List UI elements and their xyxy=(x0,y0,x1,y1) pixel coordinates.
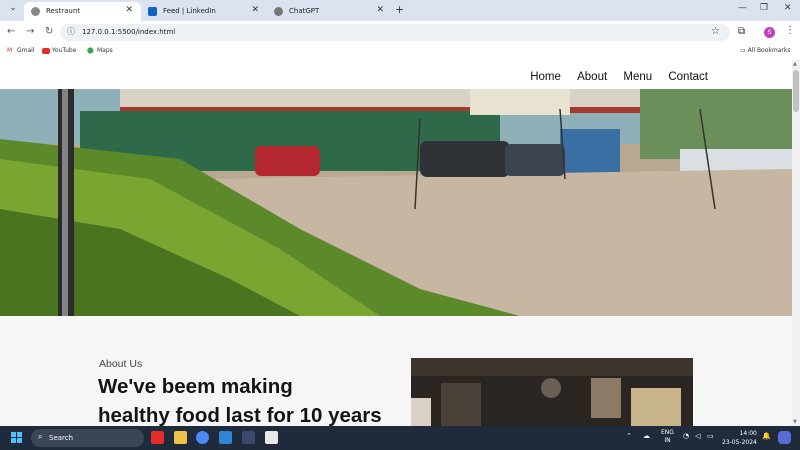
site-nav: Home About Menu Contact xyxy=(517,71,708,83)
lang-text: ENG xyxy=(661,429,674,436)
close-icon[interactable]: ✕ xyxy=(125,5,133,15)
language-indicator[interactable]: ENG IN xyxy=(661,429,674,445)
tab-title: Restraunt xyxy=(46,7,81,15)
region-text: IN xyxy=(664,437,671,444)
bookmark-youtube[interactable]: YouTube xyxy=(42,47,76,54)
notification-bell-icon[interactable]: 🔔 xyxy=(762,432,771,440)
about-section: About Us We've beem making healthy food … xyxy=(0,316,792,426)
page-scrollbar[interactable]: ▲ ▼ xyxy=(792,60,800,426)
about-image xyxy=(411,358,693,426)
scroll-down-icon[interactable]: ▼ xyxy=(793,419,797,425)
tab-title: Feed | LinkedIn xyxy=(163,7,216,15)
time-text: 14:00 xyxy=(739,430,757,437)
about-label: About Us xyxy=(99,358,143,370)
about-title-line2: healthy food last for 10 years xyxy=(98,404,382,426)
bookmark-maps[interactable]: ⬤ Maps xyxy=(87,47,113,54)
clock[interactable]: 14:00 23-05-2024 xyxy=(722,429,757,447)
close-icon[interactable]: ✕ xyxy=(251,5,259,15)
tab-list-button[interactable]: ⌄ xyxy=(6,3,20,17)
nav-menu[interactable]: Menu xyxy=(623,71,652,83)
chrome-icon[interactable] xyxy=(196,431,209,444)
tab-bar: ⌄ Restraunt ✕ Feed | LinkedIn ✕ ChatGPT … xyxy=(0,0,800,21)
taskbar-search[interactable]: ⌕ Search xyxy=(31,429,144,447)
extensions-icon[interactable]: ⧉ xyxy=(738,26,745,37)
tab-title: ChatGPT xyxy=(289,7,320,15)
restore-icon[interactable]: ❐ xyxy=(760,3,768,13)
all-bookmarks-label: All Bookmarks xyxy=(747,47,791,54)
minimize-icon[interactable]: — xyxy=(738,3,747,13)
chevron-up-icon[interactable]: ⌃ xyxy=(626,432,632,440)
calculator-icon[interactable] xyxy=(242,431,255,444)
nav-about[interactable]: About xyxy=(577,71,607,83)
notepad-icon[interactable] xyxy=(265,431,278,444)
copilot-icon[interactable] xyxy=(778,431,791,444)
close-icon[interactable]: ✕ xyxy=(376,5,384,15)
scroll-up-icon[interactable]: ▲ xyxy=(793,61,797,67)
url-field[interactable]: ⓘ 127.0.0.1:5500/index.html xyxy=(60,24,730,41)
nav-home[interactable]: Home xyxy=(530,71,561,83)
address-bar: ← → ↻ ⓘ 127.0.0.1:5500/index.html ☆ ⧉ S … xyxy=(0,21,800,44)
bookmark-label: Gmail xyxy=(17,47,35,54)
volume-icon[interactable]: ◁ xyxy=(695,432,700,440)
profile-avatar[interactable]: S xyxy=(764,27,775,38)
about-title: We've beem making healthy food last for … xyxy=(98,372,398,426)
battery-icon[interactable]: ▭ xyxy=(707,432,714,440)
kitchen-photo xyxy=(411,358,693,426)
about-title-line1: We've beem making xyxy=(98,375,293,398)
taskbar: ⌕ Search ⌃ ☁ ENG IN ◔ ◁ ▭ 14:00 23-05-20… xyxy=(0,426,800,450)
gmail-icon: M xyxy=(7,47,13,54)
tab-linkedin[interactable]: Feed | LinkedIn ✕ xyxy=(141,2,267,21)
scrollbar-thumb[interactable] xyxy=(793,70,799,112)
bookmark-label: YouTube xyxy=(52,47,77,54)
cloud-icon[interactable]: ☁ xyxy=(643,432,650,440)
site-info-icon[interactable]: ⓘ xyxy=(67,26,75,37)
search-icon: ⌕ xyxy=(38,432,43,441)
folder-icon: ▭ xyxy=(740,47,746,54)
globe-icon xyxy=(31,7,40,16)
forward-icon[interactable]: → xyxy=(26,26,34,37)
reload-icon[interactable]: ↻ xyxy=(45,26,53,37)
bookmarks-bar: M Gmail YouTube ⬤ Maps ▭ All Bookmarks xyxy=(0,44,800,60)
back-icon[interactable]: ← xyxy=(7,26,15,37)
maps-icon: ⬤ xyxy=(87,47,94,54)
date-text: 23-05-2024 xyxy=(722,439,757,446)
parking-lot-photo xyxy=(0,89,792,316)
new-tab-button[interactable]: + xyxy=(395,3,404,16)
windows-start-icon[interactable] xyxy=(11,432,23,444)
close-window-icon[interactable]: ✕ xyxy=(784,3,792,13)
hero-image xyxy=(0,89,792,316)
youtube-app-icon[interactable] xyxy=(151,431,164,444)
bookmark-star-icon[interactable]: ☆ xyxy=(711,26,720,37)
chatgpt-icon xyxy=(274,7,283,16)
bookmark-gmail[interactable]: M Gmail xyxy=(7,47,35,54)
vscode-icon[interactable] xyxy=(219,431,232,444)
youtube-icon xyxy=(42,48,50,54)
nav-contact[interactable]: Contact xyxy=(668,71,708,83)
file-explorer-icon[interactable] xyxy=(174,431,187,444)
all-bookmarks[interactable]: ▭ All Bookmarks xyxy=(740,47,790,54)
tab-restraunt[interactable]: Restraunt ✕ xyxy=(24,2,141,21)
search-label: Search xyxy=(49,434,74,442)
tab-chatgpt[interactable]: ChatGPT ✕ xyxy=(267,2,392,21)
menu-icon[interactable]: ⋮ xyxy=(785,25,795,36)
linkedin-icon xyxy=(148,7,157,16)
page-viewport: Home About Menu Contact About Us We've b… xyxy=(0,60,792,426)
bookmark-label: Maps xyxy=(97,47,113,54)
wifi-icon[interactable]: ◔ xyxy=(683,432,689,440)
url-text[interactable]: 127.0.0.1:5500/index.html xyxy=(82,28,175,36)
